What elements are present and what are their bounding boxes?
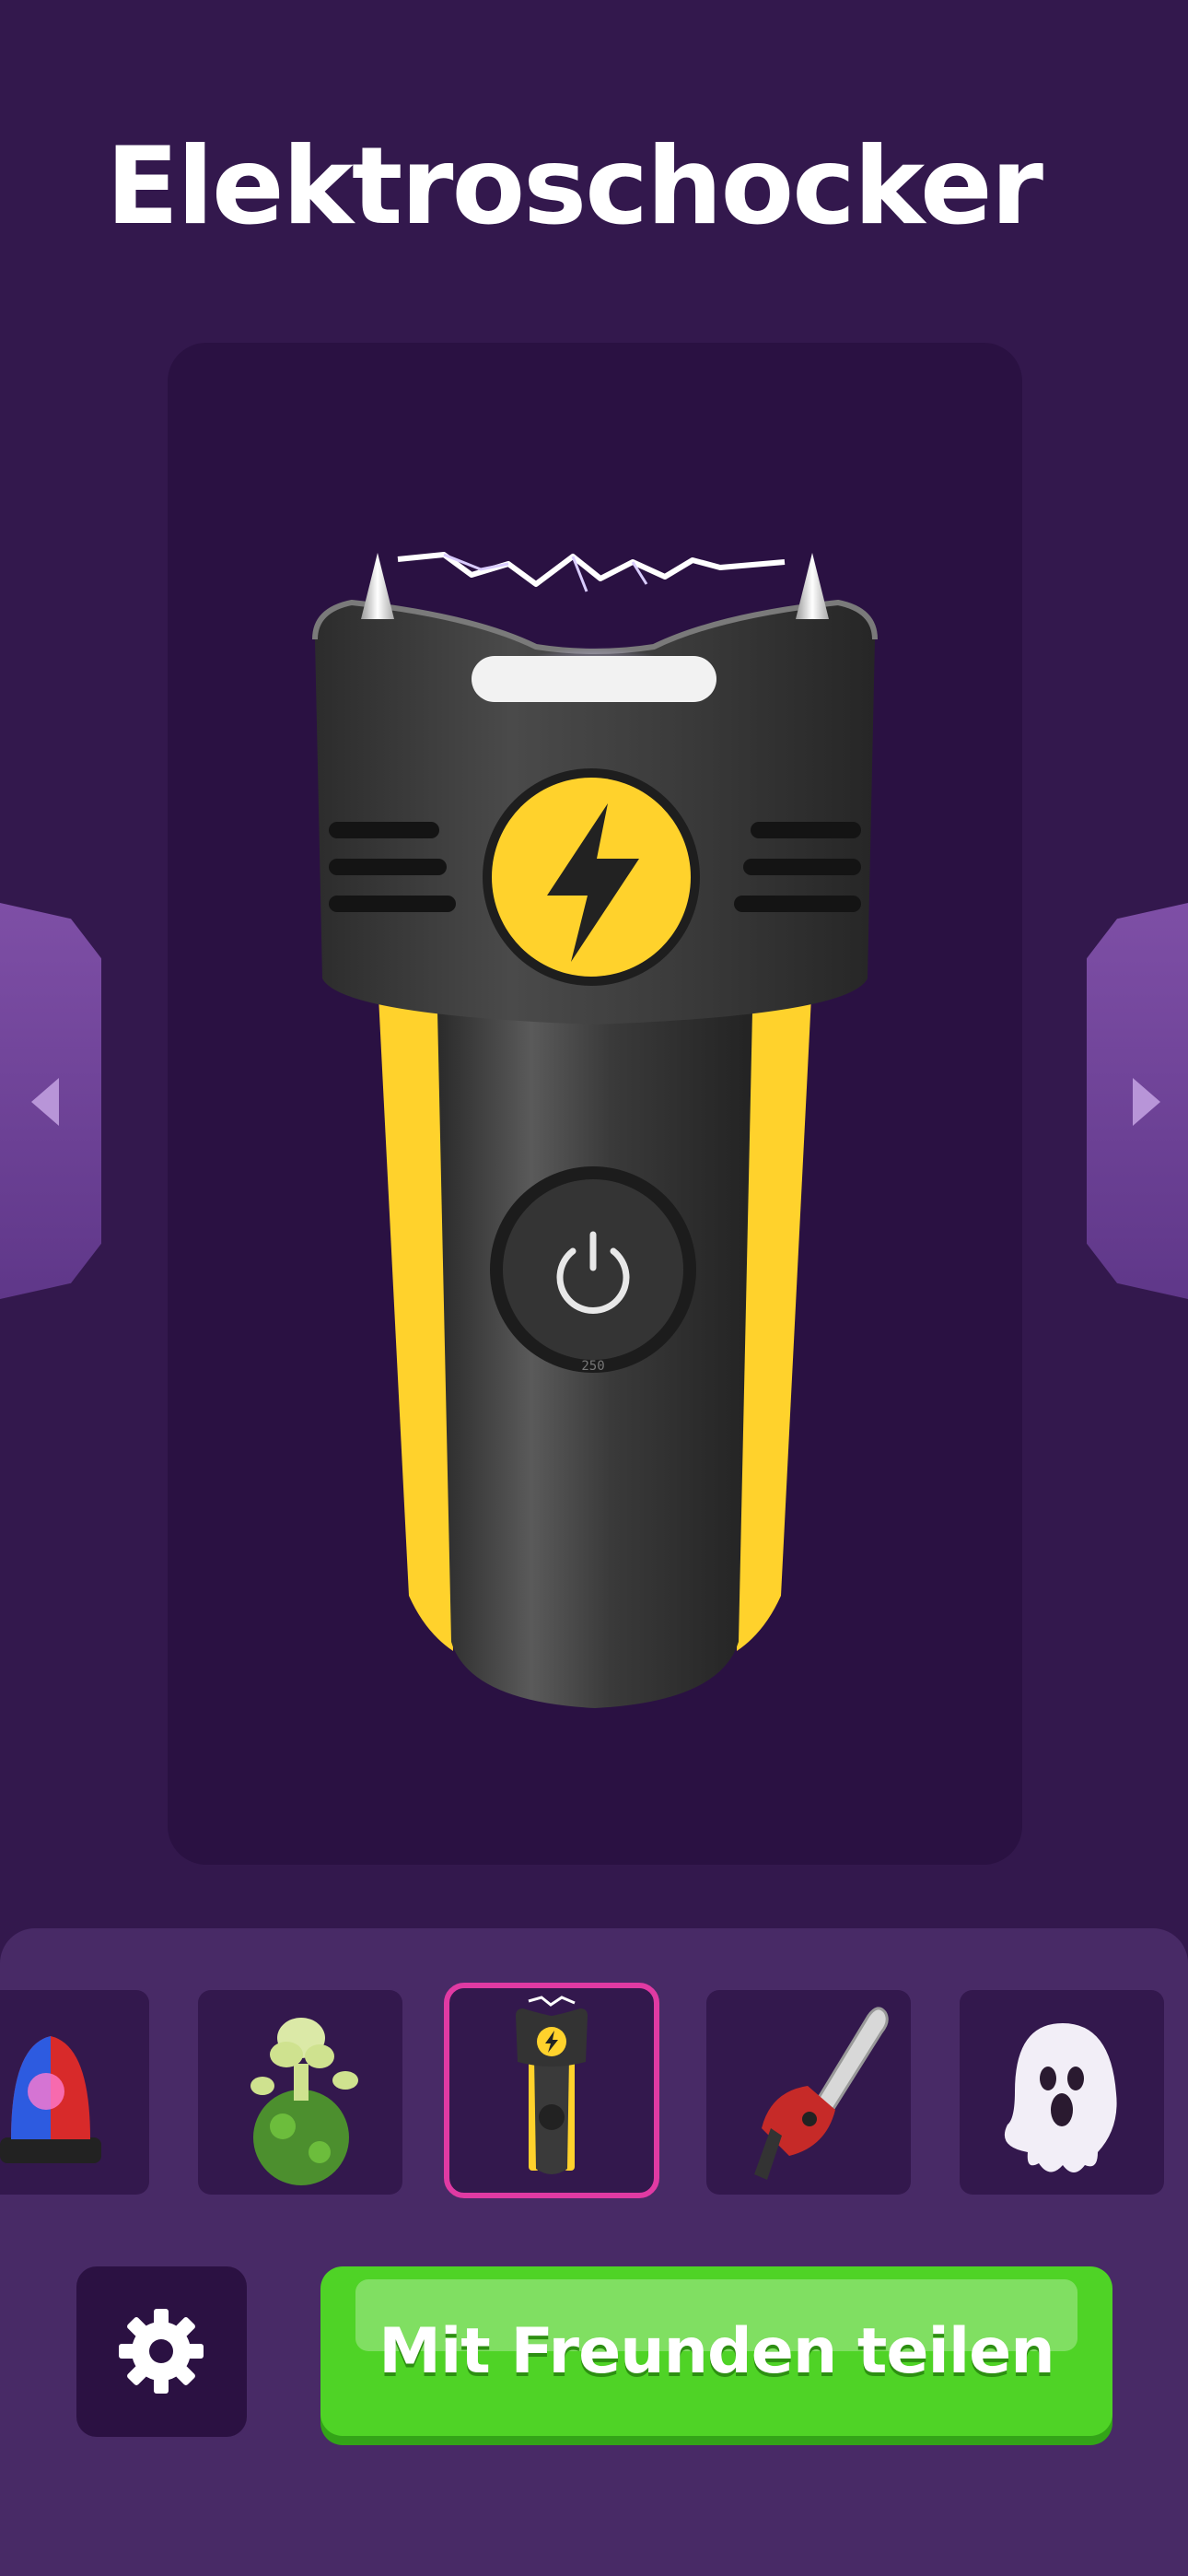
stun-gun-icon [516, 1996, 588, 2174]
triangle-right-icon [1133, 1078, 1160, 1126]
siren-icon [0, 2036, 101, 2163]
thumb-ghost[interactable] [960, 1990, 1164, 2195]
page-title: Elektroschocker [106, 124, 1043, 249]
app-screen: Elektroschocker 250 Mit Freunden teilen [0, 0, 1188, 2576]
triangle-left-icon [31, 1078, 59, 1126]
device-stage: 250 [168, 343, 1022, 1865]
thumb-police-siren[interactable] [0, 1990, 149, 2195]
stun-gun-device[interactable]: 250 [168, 343, 1022, 1865]
thumb-stun-gun[interactable] [444, 1983, 659, 2198]
ghost-icon [1004, 2023, 1117, 2172]
thumb-fart-cloud[interactable] [198, 1990, 402, 2195]
settings-button[interactable] [76, 2266, 247, 2437]
thumb-chainsaw[interactable] [706, 1990, 911, 2195]
chainsaw-icon [754, 2007, 889, 2180]
stink-cloud-icon [250, 2018, 358, 2185]
voltage-marking: 250 [581, 1359, 604, 1374]
previous-item-button[interactable] [0, 903, 101, 1299]
gear-icon [119, 2309, 204, 2394]
next-item-button[interactable] [1087, 903, 1188, 1299]
share-button-label: Mit Freunden teilen [379, 2314, 1054, 2388]
share-button[interactable]: Mit Freunden teilen [320, 2266, 1112, 2436]
